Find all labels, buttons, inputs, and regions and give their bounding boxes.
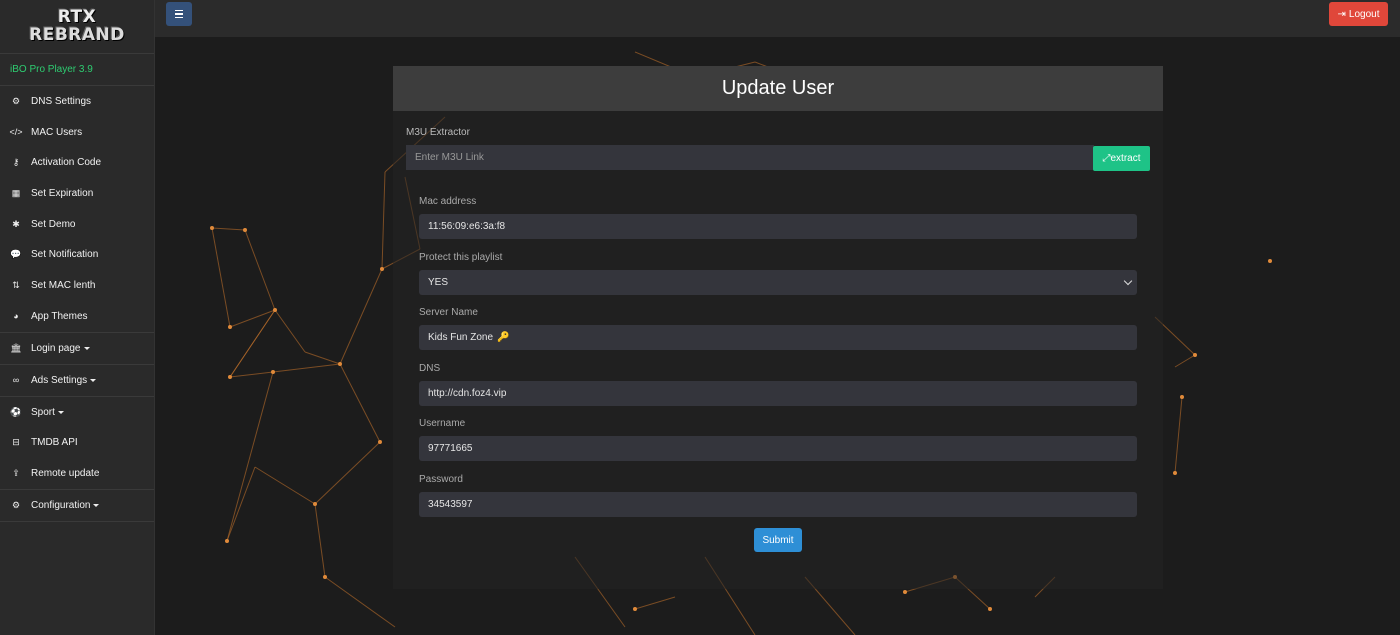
sidebar-item-configuration[interactable]: ⚙ Configuration [0, 488, 154, 521]
caret-down-icon [83, 346, 90, 350]
extract-label: extract [1110, 153, 1141, 164]
sidebar-item-set-expiration[interactable]: ▦ Set Expiration [0, 178, 154, 209]
server-name-label: Server Name [419, 307, 478, 318]
protect-playlist-value: YES [428, 277, 449, 288]
password-field[interactable]: 34543597 [419, 492, 1137, 517]
key-emoji-icon: 🔑 [497, 332, 510, 343]
sidebar-item-set-demo[interactable]: ✱ Set Demo [0, 209, 154, 240]
logout-button[interactable]: ⇥ Logout [1329, 2, 1388, 26]
sidebar-item-label: Sport [31, 406, 55, 418]
sidebar-item-sport[interactable]: ⚽ Sport [0, 395, 154, 428]
sidebar-item-dns-settings[interactable]: ⚙ DNS Settings [0, 86, 154, 117]
extract-button[interactable]: ⤢ extract [1093, 146, 1150, 171]
sidebar-item-label: Ads Settings [31, 374, 88, 386]
sidebar: RTX REBRAND iBO Pro Player 3.9 ⚙ DNS Set… [0, 0, 155, 635]
gear-icon: ⚙ [11, 499, 21, 510]
comment-icon: 💬 [10, 249, 22, 260]
caret-down-icon [93, 503, 100, 507]
sign-out-icon: ⇥ [1337, 8, 1346, 20]
sidebar-item-tmdb-api[interactable]: ⊟ TMDB API [0, 428, 154, 459]
brand-line-1: RTX [57, 6, 97, 27]
version-label: iBO Pro Player 3.9 [0, 54, 154, 86]
sidebar-item-label: MAC Users [31, 126, 83, 138]
brand-logo[interactable]: RTX REBRAND [0, 0, 154, 54]
sidebar-item-label: Configuration [31, 499, 91, 511]
sidebar-item-mac-users[interactable]: </> MAC Users [0, 117, 154, 148]
mac-address-label: Mac address [419, 196, 477, 207]
password-label: Password [419, 474, 463, 485]
sidebar-item-remote-update[interactable]: ⇪ Remote update [0, 458, 154, 489]
sidebar-item-label: DNS Settings [31, 95, 92, 107]
sidebar-item-label: Set Demo [31, 218, 76, 230]
update-user-card: Update User M3U Extractor Enter M3U Link… [393, 66, 1163, 589]
username-field[interactable]: 97771665 [419, 436, 1137, 461]
menu-toggle-button[interactable] [166, 2, 192, 26]
sidebar-item-ads-settings[interactable]: ∞ Ads Settings [0, 363, 154, 396]
page-title: Update User [393, 66, 1163, 111]
palette-icon: ◕ [13, 311, 19, 322]
topbar: ⇥ Logout [155, 0, 1400, 37]
sidebar-item-label: TMDB API [31, 437, 78, 449]
sidebar-item-label: App Themes [31, 310, 88, 322]
dns-field[interactable]: http://cdn.foz4.vip [419, 381, 1137, 406]
sidebar-item-label: Login page [31, 342, 81, 354]
binoculars-icon: ∞ [12, 375, 20, 385]
server-name-field[interactable]: Kids Fun Zone 🔑 [419, 325, 1137, 350]
chevron-down-icon [1123, 276, 1133, 286]
brand-line-2: REBRAND [29, 24, 125, 45]
calendar-icon: ▦ [11, 187, 21, 198]
soccer-ball-icon: ⚽ [10, 406, 22, 417]
m3u-extractor-label: M3U Extractor [406, 127, 470, 138]
sidebar-item-app-themes[interactable]: ◕ App Themes [0, 301, 154, 332]
submit-button[interactable]: Submit [754, 528, 802, 552]
m3u-link-input[interactable]: Enter M3U Link [406, 145, 1094, 170]
sidebar-item-label: Set Notification [31, 249, 99, 261]
mac-address-field[interactable]: 11:56:09:e6:3a:f8 [419, 214, 1137, 239]
hamburger-icon [175, 9, 183, 12]
bank-icon: 🏛 [10, 342, 22, 353]
caret-down-icon [90, 378, 97, 382]
sidebar-item-login-page[interactable]: 🏛 Login page [0, 331, 154, 364]
username-label: Username [419, 418, 466, 429]
sidebar-item-label: Remote update [31, 468, 100, 480]
sidebar-divider [0, 520, 154, 522]
minus-square-icon: ⊟ [12, 437, 20, 448]
logout-label: Logout [1348, 8, 1380, 20]
sort-icon: ⇅ [12, 279, 20, 290]
sidebar-item-set-mac-length[interactable]: ⇅ Set MAC lenth [0, 270, 154, 301]
dns-label: DNS [419, 363, 441, 374]
protect-playlist-select[interactable]: YES [419, 270, 1137, 295]
caret-down-icon [57, 410, 64, 414]
protect-playlist-label: Protect this playlist [419, 252, 503, 263]
sidebar-item-set-notification[interactable]: 💬 Set Notification [0, 239, 154, 270]
sidebar-item-label: Set Expiration [31, 187, 94, 199]
cogs-icon: ⚙ [11, 95, 21, 106]
sidebar-item-label: Set MAC lenth [31, 279, 96, 291]
server-name-value: Kids Fun Zone [428, 332, 494, 343]
key-icon: ⚷ [12, 157, 20, 168]
asterisk-icon: ✱ [12, 218, 20, 229]
expand-icon: ⤢ [1102, 153, 1111, 164]
code-icon: </> [9, 127, 23, 138]
sidebar-item-activation-code[interactable]: ⚷ Activation Code [0, 147, 154, 178]
upload-icon: ⇪ [12, 468, 20, 479]
sidebar-item-label: Activation Code [31, 157, 102, 169]
